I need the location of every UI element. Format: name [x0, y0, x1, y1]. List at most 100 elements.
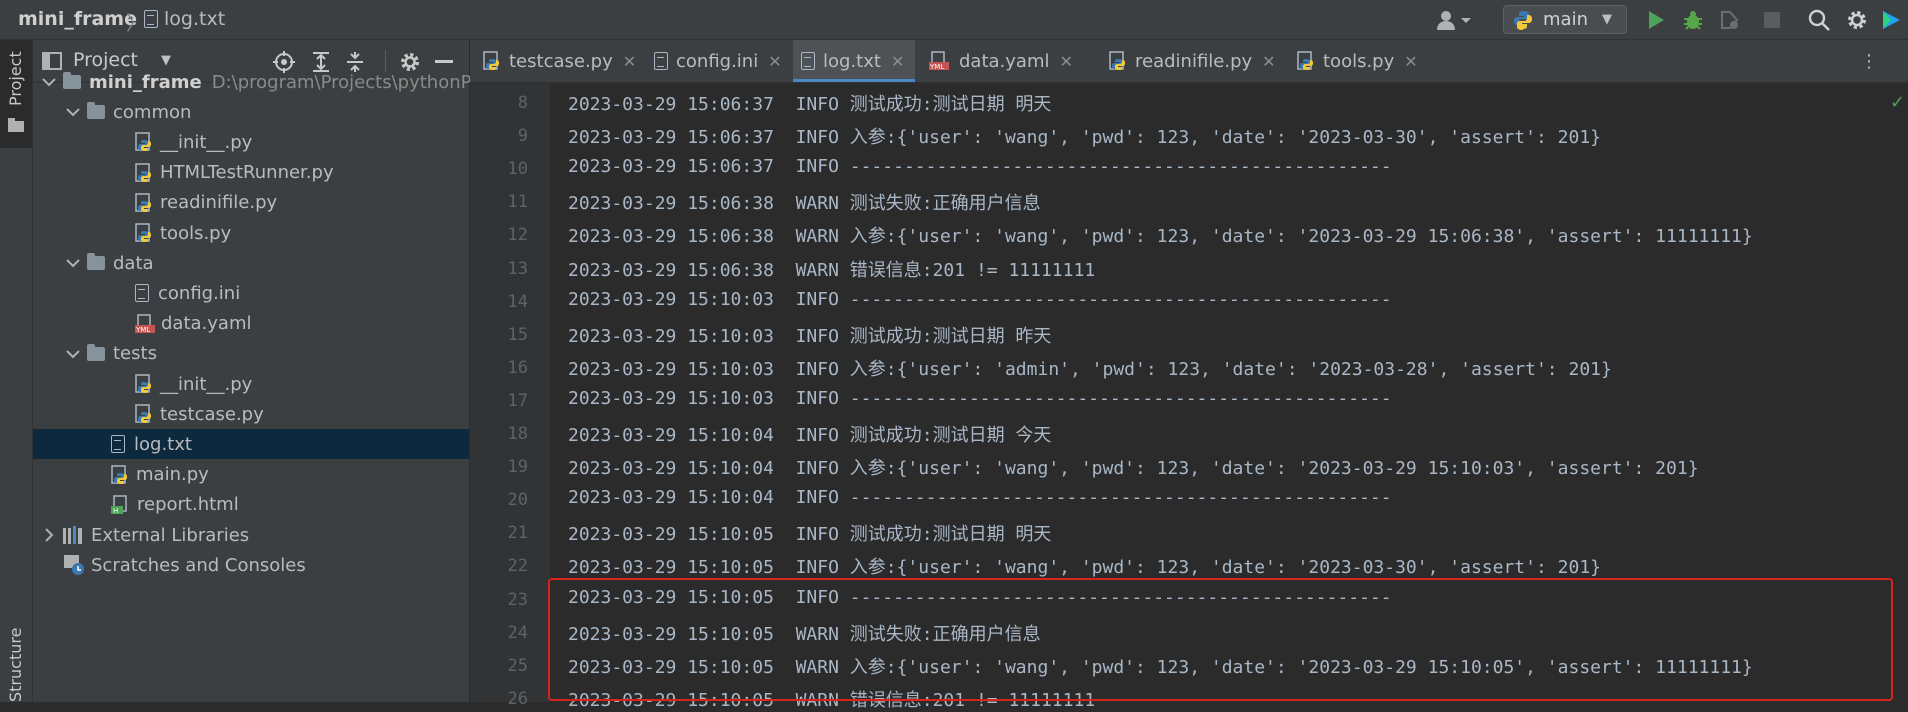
line-number: 11	[507, 192, 528, 213]
code-line[interactable]: 2023-03-29 15:10:04 INFO 测试成功:测试日期 今天	[568, 421, 1051, 447]
line-number: 20	[507, 490, 528, 511]
run-icon[interactable]	[1645, 9, 1667, 31]
scratches-icon	[63, 554, 91, 576]
editor-tab[interactable]: readinifile.py ✕	[1101, 40, 1283, 82]
tree-item[interactable]: config.ini	[33, 278, 469, 308]
code-line[interactable]: 2023-03-29 15:06:37 INFO 测试成功:测试日期 明天	[568, 90, 1051, 116]
tree-item[interactable]: mini_frame D:\program\Projects\pythonPr	[33, 67, 479, 97]
editor-tab-label: log.txt	[823, 50, 881, 72]
tree-item-label: __init__.py	[160, 373, 253, 395]
code-line[interactable]: 2023-03-29 15:10:03 INFO ---------------…	[568, 289, 1392, 310]
chevron-down-icon[interactable]	[65, 255, 81, 271]
code-line[interactable]: 2023-03-29 15:06:38 WARN 测试失败:正确用户信息	[568, 189, 1041, 215]
code-line[interactable]: 2023-03-29 15:10:05 INFO 测试成功:测试日期 明天	[568, 520, 1051, 546]
line-number: 21	[507, 523, 528, 544]
line-number: 14	[507, 291, 528, 312]
editor-tab[interactable]: config.ini ✕	[646, 40, 786, 82]
tree-item[interactable]: tests	[33, 339, 469, 369]
tree-item-label: common	[113, 101, 192, 123]
project-tool-tab[interactable]: Project	[0, 40, 32, 148]
code-line[interactable]: 2023-03-29 15:10:03 INFO 入参:{'user': 'ad…	[568, 355, 1612, 381]
hide-panel-icon[interactable]	[435, 60, 453, 63]
tree-item-label: data	[113, 252, 154, 274]
close-icon[interactable]: ✕	[891, 52, 904, 71]
inspection-ok-icon[interactable]: ✓	[1890, 92, 1905, 113]
python-file-icon	[1297, 51, 1315, 71]
editor-tab[interactable]: testcase.py ✕	[475, 40, 643, 82]
tree-item[interactable]: data	[33, 248, 469, 278]
editor-tab[interactable]: YML data.yaml ✕	[921, 40, 1093, 82]
python-icon	[1514, 10, 1532, 30]
tree-item-label: readinifile.py	[160, 192, 278, 214]
line-number: 23	[507, 589, 528, 610]
tree-item[interactable]: common	[33, 97, 469, 127]
chevron-down-icon[interactable]: ▼	[161, 53, 171, 68]
more-tabs-icon[interactable]: ⋮	[1860, 51, 1878, 72]
chevron-down-icon[interactable]	[65, 104, 81, 120]
folder-icon	[87, 102, 113, 120]
yaml-file-icon: YML	[135, 313, 161, 334]
close-icon[interactable]: ✕	[623, 52, 636, 71]
code-line[interactable]: 2023-03-29 15:10:04 INFO 入参:{'user': 'wa…	[568, 454, 1699, 480]
code-line[interactable]: 2023-03-29 15:06:38 WARN 入参:{'user': 'wa…	[568, 222, 1753, 248]
code-line[interactable]: 2023-03-29 15:10:03 INFO ---------------…	[568, 388, 1392, 409]
account-icon[interactable]	[1434, 9, 1474, 31]
tree-item[interactable]: Scratches and Consoles	[33, 550, 469, 580]
structure-tool-tab[interactable]: Structure	[0, 602, 32, 702]
code-line[interactable]: 2023-03-29 15:10:04 INFO ---------------…	[568, 487, 1392, 508]
tree-item[interactable]: YML data.yaml	[33, 309, 469, 339]
plugin-logo-icon[interactable]	[1880, 9, 1902, 31]
close-icon[interactable]: ✕	[1262, 52, 1275, 71]
editor-tab[interactable]: tools.py ✕	[1289, 40, 1429, 82]
svg-text:YML: YML	[135, 326, 150, 334]
close-icon[interactable]: ✕	[1059, 52, 1072, 71]
code-line[interactable]: 2023-03-29 15:06:37 INFO ---------------…	[568, 156, 1392, 177]
tree-item[interactable]: External Libraries	[33, 520, 469, 550]
code-line[interactable]: 2023-03-29 15:10:03 INFO 测试成功:测试日期 昨天	[568, 322, 1051, 348]
tree-item[interactable]: __init__.py	[33, 369, 469, 399]
highlight-box	[548, 578, 1893, 701]
libraries-icon	[63, 526, 91, 544]
run-configuration-label: main	[1543, 9, 1588, 30]
code-line[interactable]: 2023-03-29 15:06:38 WARN 错误信息:201 != 111…	[568, 256, 1095, 282]
line-number: 9	[517, 126, 528, 147]
run-configuration-select[interactable]: main ▼	[1503, 5, 1627, 34]
chevron-down-icon[interactable]	[65, 346, 81, 362]
tree-item[interactable]: log.txt	[33, 429, 469, 460]
code-line[interactable]: 2023-03-29 15:10:05 INFO 入参:{'user': 'wa…	[568, 553, 1601, 579]
stop-icon[interactable]	[1761, 9, 1783, 31]
editor-tab-label: tools.py	[1323, 50, 1395, 72]
tree-item-label: config.ini	[158, 282, 241, 304]
close-icon[interactable]: ✕	[1404, 52, 1417, 71]
editor-tab[interactable]: log.txt ✕	[793, 40, 915, 82]
debug-icon[interactable]	[1682, 9, 1704, 31]
tree-item[interactable]: readinifile.py	[33, 188, 469, 218]
search-icon[interactable]	[1808, 9, 1830, 31]
project-panel: Project ▼ mini_frame D:\program\Projects\…	[33, 40, 479, 702]
line-number: 8	[517, 93, 528, 113]
python-file-icon	[135, 374, 160, 394]
code-line[interactable]: 2023-03-29 15:06:37 INFO 入参:{'user': 'wa…	[568, 123, 1601, 149]
tree-item[interactable]: Hreport.html	[33, 490, 469, 520]
close-icon[interactable]: ✕	[768, 52, 781, 71]
text-file-icon	[111, 435, 134, 454]
editor-tab-label: data.yaml	[959, 50, 1050, 72]
structure-tool-tab-label: Structure	[6, 627, 25, 702]
tree-item[interactable]: HTMLTestRunner.py	[33, 158, 469, 188]
tree-item[interactable]: testcase.py	[33, 399, 469, 429]
tree-item[interactable]: __init__.py	[33, 127, 469, 157]
breadcrumb-file[interactable]: log.txt	[144, 8, 225, 30]
chevron-right-icon[interactable]	[41, 527, 57, 543]
settings-gear-icon[interactable]	[1846, 9, 1868, 31]
chevron-down-icon[interactable]	[41, 74, 57, 90]
folder-icon	[8, 118, 24, 132]
breadcrumb-project[interactable]: mini_frame	[18, 8, 137, 30]
tree-item[interactable]: main.py	[33, 460, 469, 490]
tree-item-label: report.html	[137, 494, 239, 516]
text-file-icon	[135, 284, 158, 303]
python-file-icon	[135, 193, 160, 213]
line-number: 17	[507, 390, 528, 411]
tree-item[interactable]: tools.py	[33, 218, 469, 248]
text-file-icon	[144, 10, 158, 28]
coverage-icon[interactable]	[1719, 9, 1741, 31]
